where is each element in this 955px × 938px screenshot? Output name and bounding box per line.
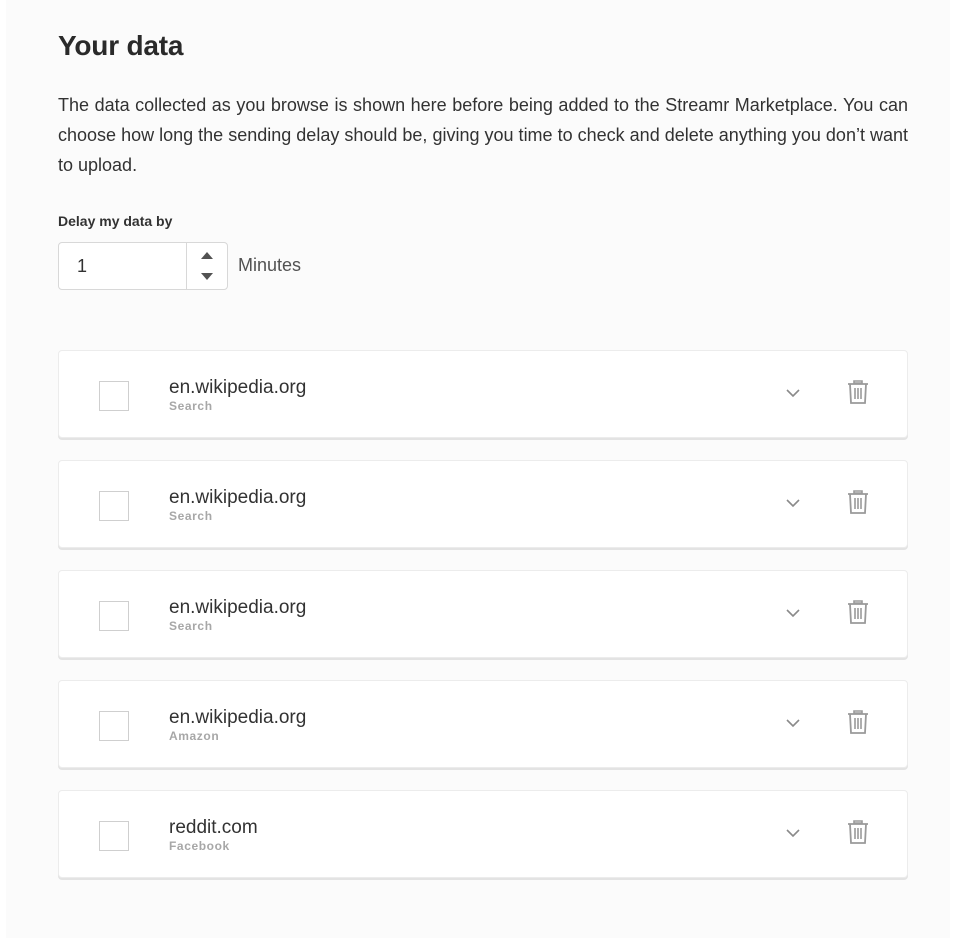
trash-icon[interactable] (845, 708, 871, 736)
item-domain: en.wikipedia.org (169, 487, 307, 508)
list-item: en.wikipedia.org Search (58, 350, 908, 438)
delay-value[interactable]: 1 (77, 243, 87, 289)
item-source: Search (169, 399, 213, 413)
chevron-down-icon[interactable] (781, 381, 805, 405)
delay-stepper[interactable]: 1 (58, 242, 228, 290)
item-domain: en.wikipedia.org (169, 707, 307, 728)
list-item: en.wikipedia.org Amazon (58, 680, 908, 768)
item-domain: en.wikipedia.org (169, 377, 307, 398)
chevron-down-icon[interactable] (781, 491, 805, 515)
page-title: Your data (58, 30, 184, 61)
list-item: en.wikipedia.org Search (58, 460, 908, 548)
chevron-down-icon[interactable] (781, 601, 805, 625)
chevron-down-icon[interactable] (781, 711, 805, 735)
triangle-up-icon (201, 252, 213, 259)
item-checkbox[interactable] (99, 711, 129, 741)
item-domain: en.wikipedia.org (169, 597, 307, 618)
chevron-down-icon[interactable] (781, 821, 805, 845)
stepper-up-button[interactable] (187, 243, 227, 266)
list-item: reddit.com Facebook (58, 790, 908, 878)
item-checkbox[interactable] (99, 821, 129, 851)
item-source: Search (169, 619, 213, 633)
item-source: Amazon (169, 729, 220, 743)
delay-unit: Minutes (238, 255, 302, 275)
item-domain: reddit.com (169, 817, 258, 838)
stepper-controls (186, 243, 227, 289)
delay-label: Delay my data by (58, 213, 173, 229)
data-panel: Your data The data collected as you brow… (6, 0, 950, 938)
list-item: en.wikipedia.org Search (58, 570, 908, 658)
stepper-down-button[interactable] (187, 266, 227, 289)
item-source: Search (169, 509, 213, 523)
item-checkbox[interactable] (99, 381, 129, 411)
item-checkbox[interactable] (99, 491, 129, 521)
item-checkbox[interactable] (99, 601, 129, 631)
trash-icon[interactable] (845, 488, 871, 516)
triangle-down-icon (201, 273, 213, 280)
item-source: Facebook (169, 839, 230, 853)
trash-icon[interactable] (845, 598, 871, 626)
trash-icon[interactable] (845, 378, 871, 406)
page-description: The data collected as you browse is show… (58, 95, 908, 175)
trash-icon[interactable] (845, 818, 871, 846)
